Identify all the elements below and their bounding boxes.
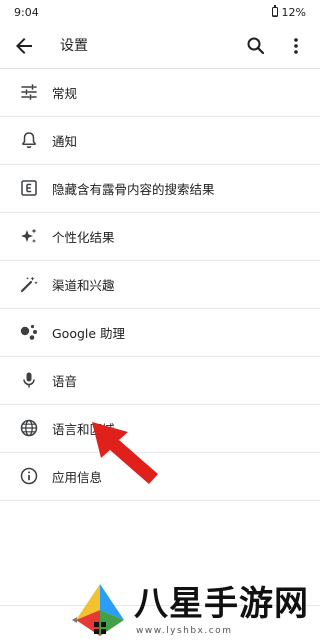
globe-icon: [18, 417, 40, 439]
settings-item-general[interactable]: 常规: [0, 69, 320, 117]
watermark: 八星手游网 www.lyshbx.com: [70, 576, 320, 640]
settings-item-label: 隐藏含有露骨内容的搜索结果: [52, 182, 215, 197]
settings-item-voice[interactable]: 语音: [0, 357, 320, 405]
info-icon: [18, 465, 40, 487]
settings-item-explicit-filter[interactable]: 隐藏含有露骨内容的搜索结果: [0, 165, 320, 213]
page-title: 设置: [60, 38, 88, 54]
watermark-brand: 八星手游网: [134, 584, 309, 624]
settings-item-label: 语音: [52, 374, 78, 389]
annotation-arrow: [88, 418, 168, 488]
watermark-url: www.lyshbx.com: [136, 626, 233, 636]
back-arrow-icon[interactable]: [12, 34, 36, 58]
status-right: 12%: [271, 5, 306, 19]
watermark-logo-icon: [70, 580, 130, 640]
settings-item-label: 通知: [52, 134, 78, 149]
settings-item-label: 渠道和兴趣: [52, 278, 115, 293]
bell-icon: [18, 129, 40, 151]
google-assistant-icon: [18, 321, 40, 343]
more-vert-icon[interactable]: [284, 34, 308, 58]
tune-sliders-icon: [18, 81, 40, 103]
explicit-filter-icon: [18, 177, 40, 199]
settings-item-personalization[interactable]: 个性化结果: [0, 213, 320, 261]
battery-percent: 12%: [281, 5, 306, 19]
sparkle-icon: [18, 225, 40, 247]
search-icon[interactable]: [244, 34, 268, 58]
microphone-icon: [18, 369, 40, 391]
status-time: 9:04: [14, 5, 39, 19]
settings-item-channels-interests[interactable]: 渠道和兴趣: [0, 261, 320, 309]
app-bar: 设置: [0, 24, 320, 68]
settings-item-notifications[interactable]: 通知: [0, 117, 320, 165]
settings-item-google-assistant[interactable]: Google 助理: [0, 309, 320, 357]
settings-item-label: 常规: [52, 86, 78, 101]
magic-wand-icon: [18, 273, 40, 295]
settings-item-label: 个性化结果: [52, 230, 115, 245]
status-bar: 9:04 12%: [0, 0, 320, 24]
battery-icon: [271, 5, 278, 17]
settings-item-label: Google 助理: [52, 326, 126, 341]
